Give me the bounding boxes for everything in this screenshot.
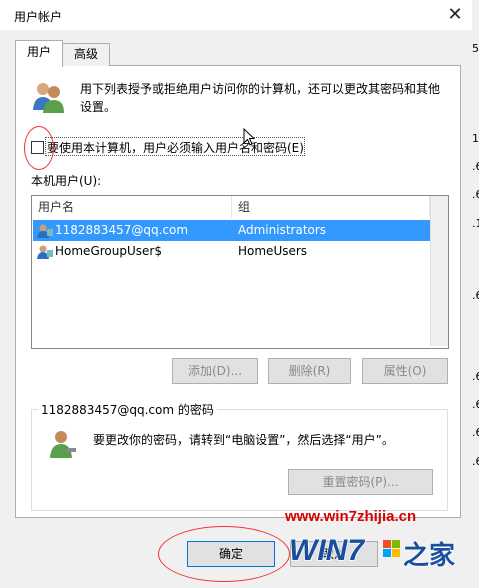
password-change-text: 要更改你的密码，请转到“电脑设置”，然后选择“用户”。 xyxy=(93,433,394,447)
password-group-title: 1182883457@qq.com 的密码 xyxy=(38,401,217,418)
remove-user-button[interactable]: 删除(R) xyxy=(268,358,351,384)
background-fragment: 1 xyxy=(472,132,479,145)
mouse-cursor-icon xyxy=(243,128,256,146)
background-fragment: .6 xyxy=(472,455,479,468)
win7-logo-icon: WIN7 之家 xyxy=(288,533,456,572)
add-user-button[interactable]: 添加(D)... xyxy=(172,358,258,384)
tab-advanced[interactable]: 高级 xyxy=(62,43,110,66)
password-group-box xyxy=(31,409,448,511)
background-fragment: .6 xyxy=(472,370,479,383)
properties-button[interactable]: 属性(O) xyxy=(362,358,448,384)
user-key-icon xyxy=(50,431,76,458)
cell-username: HomeGroupUser$ xyxy=(55,244,162,258)
tab-users[interactable]: 用户 xyxy=(15,40,63,67)
user-accounts-dialog: 用户帐户 ✕ 用户 高级 用下列表授予或拒绝用户访问你的计算机，还可以更改其密码… xyxy=(0,0,473,588)
user-icon xyxy=(37,224,53,238)
column-header-username[interactable]: 用户名 xyxy=(32,196,232,218)
background-window-strip: 5 1 .6 .6 .1 .6 .6 .6 .6 .6 xyxy=(472,0,479,588)
background-fragment: .1 xyxy=(472,217,479,230)
users-list[interactable]: 用户名 组 1182883457@qq.com Administrators H… xyxy=(31,195,449,349)
table-row[interactable]: 1182883457@qq.com Administrators xyxy=(33,220,430,241)
table-row[interactable]: HomeGroupUser$ HomeUsers xyxy=(33,241,430,262)
require-login-label[interactable]: 要使用本计算机，用户必须输入用户名和密码(E) xyxy=(47,139,304,156)
local-users-label: 本机用户(U): xyxy=(31,174,102,188)
background-fragment: .6 xyxy=(472,289,479,302)
cell-group: HomeUsers xyxy=(238,244,308,258)
background-fragment: 5 xyxy=(472,42,479,55)
watermark-url: www.win7zhijia.cn xyxy=(285,508,417,525)
cell-group: Administrators xyxy=(238,223,327,237)
users-icon xyxy=(33,83,64,113)
annotation-circle-ok xyxy=(158,526,290,582)
description-text: 用下列表授予或拒绝用户访问你的计算机，还可以更改其密码和其他设置。 xyxy=(80,82,441,114)
user-icon xyxy=(37,245,53,259)
list-scrollbar[interactable] xyxy=(430,196,448,346)
cell-username: 1182883457@qq.com xyxy=(55,223,189,237)
background-fragment: .6 xyxy=(472,188,479,201)
reset-password-button[interactable]: 重置密码(P)... xyxy=(288,469,433,495)
column-header-group[interactable]: 组 xyxy=(232,196,430,218)
title-bar xyxy=(0,0,472,30)
svg-text:WIN7: WIN7 xyxy=(289,534,365,567)
close-icon[interactable]: ✕ xyxy=(442,3,468,27)
background-fragment: .6 xyxy=(472,426,479,439)
window-title: 用户帐户 xyxy=(14,10,63,24)
svg-text:之家: 之家 xyxy=(403,540,455,571)
background-fragment: .6 xyxy=(472,160,479,173)
annotation-circle-checkbox xyxy=(24,126,54,170)
background-fragment: .6 xyxy=(472,398,479,411)
